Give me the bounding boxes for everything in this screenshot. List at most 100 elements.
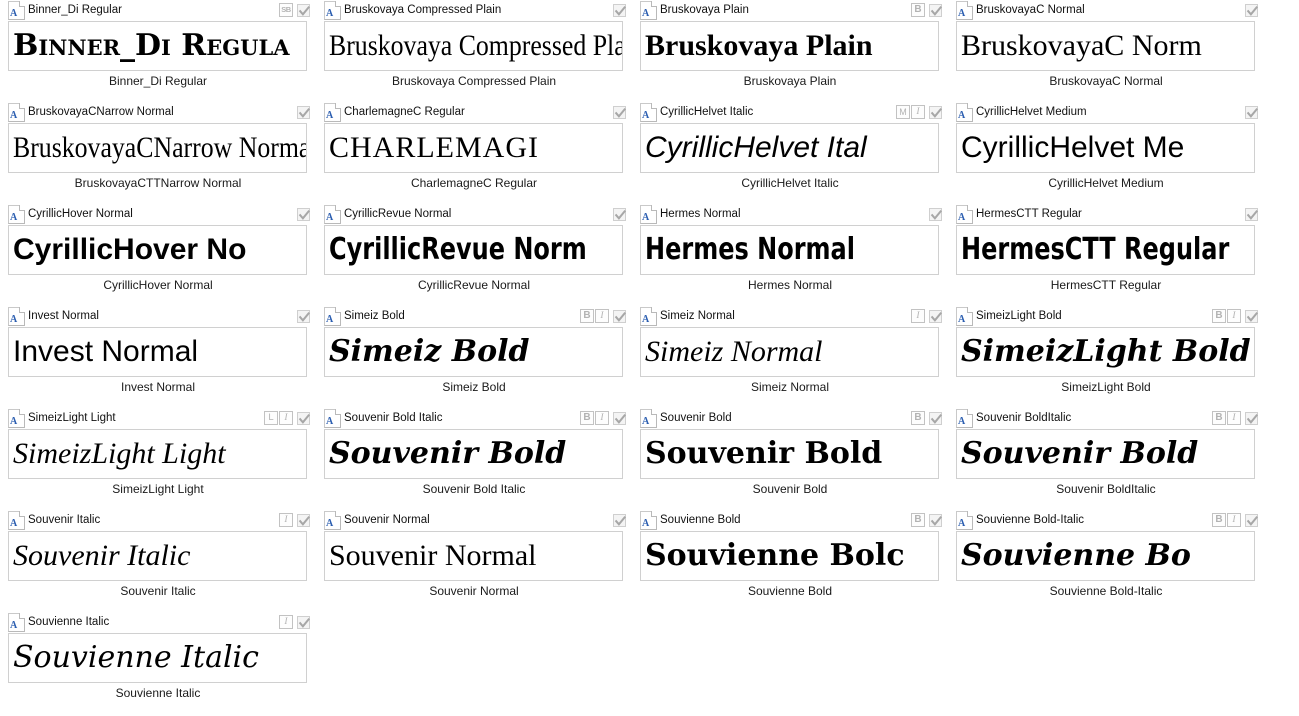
style-badge-i: I: [911, 309, 925, 323]
font-caption-label: Souvienne Bold: [747, 585, 833, 598]
font-cell[interactable]: A Simeiz Bold B I Simeiz Bold Simeiz Bold: [316, 306, 632, 408]
font-enabled-checkbox[interactable]: [929, 513, 943, 527]
font-cell[interactable]: A Souvienne Bold B Souvienne Bolc Souvienne …: [632, 510, 948, 612]
font-name-label: Simeiz Normal: [660, 310, 735, 322]
font-file-icon-letter: A: [958, 7, 966, 19]
font-enabled-checkbox[interactable]: [929, 105, 943, 119]
font-enabled-checkbox[interactable]: [929, 309, 943, 323]
font-enabled-checkbox[interactable]: [929, 3, 943, 17]
font-file-icon: A: [956, 204, 973, 224]
font-enabled-checkbox[interactable]: [297, 3, 311, 17]
font-file-icon: A: [956, 510, 973, 530]
font-name-label: Binner_Di Regular: [28, 4, 122, 16]
font-cell[interactable]: A Hermes Normal Hermes Normal Hermes Normal: [632, 204, 948, 306]
font-enabled-checkbox[interactable]: [1245, 411, 1259, 425]
font-caption-label: Souvienne Italic: [115, 687, 201, 700]
font-enabled-checkbox[interactable]: [1245, 513, 1259, 527]
font-cell[interactable]: A Bruskovaya Compressed Plain Bruskovaya C…: [316, 0, 632, 102]
font-file-icon: A: [956, 306, 973, 326]
font-enabled-checkbox[interactable]: [613, 207, 627, 221]
font-file-icon-letter: A: [326, 211, 334, 223]
font-name-label: CyrillicHover Normal: [28, 208, 133, 220]
font-file-icon: A: [324, 510, 341, 530]
font-enabled-checkbox[interactable]: [297, 513, 311, 527]
font-preview-text: BruskovayaCNarrow Norma: [13, 131, 307, 164]
font-cell[interactable]: A Souvenir Normal Souvenir Normal Souvenir …: [316, 510, 632, 612]
font-cell[interactable]: A BruskovayaC Normal BruskovayaC Norm Brusk…: [948, 0, 1264, 102]
font-name-label: Simeiz Bold: [344, 310, 405, 322]
font-caption-label: Souvenir Bold: [752, 483, 828, 496]
font-cell[interactable]: A SimeizLight Light L I SimeizLight Light Sim…: [0, 408, 316, 510]
font-cell[interactable]: A Invest Normal Invest Normal Invest Normal: [0, 306, 316, 408]
font-enabled-checkbox[interactable]: [613, 105, 627, 119]
style-badge-l: L: [264, 411, 278, 425]
font-cell[interactable]: A Bruskovaya Plain B Bruskovaya Plain Brusko…: [632, 0, 948, 102]
font-preview-text: Souvienne Bolc: [645, 538, 905, 573]
font-file-icon-letter: A: [642, 7, 650, 19]
font-enabled-checkbox[interactable]: [1245, 207, 1259, 221]
font-cell-header: A CyrillicHelvet Medium: [948, 102, 1264, 122]
font-name-label: Souvienne Italic: [28, 616, 110, 628]
font-file-icon: A: [8, 0, 25, 20]
style-badge-i: I: [1227, 309, 1241, 323]
font-cell[interactable]: A Souvienne Bold-Italic B I Souvienne Bo Souv…: [948, 510, 1264, 612]
font-enabled-checkbox[interactable]: [1245, 309, 1259, 323]
font-name-label: Bruskovaya Compressed Plain: [344, 4, 502, 16]
font-file-icon: A: [8, 408, 25, 428]
font-cell[interactable]: A CyrillicRevue Normal CyrillicRevue Norm C…: [316, 204, 632, 306]
font-enabled-checkbox[interactable]: [613, 309, 627, 323]
font-preview-text: CyrillicHelvet Me: [961, 131, 1185, 164]
font-enabled-checkbox[interactable]: [929, 411, 943, 425]
font-cell-header: A Hermes Normal: [632, 204, 948, 224]
font-enabled-checkbox[interactable]: [613, 411, 627, 425]
font-cell-header: A Souvienne Bold B: [632, 510, 948, 530]
font-cell[interactable]: A Souvenir BoldItalic B I Souvenir Bold Souve…: [948, 408, 1264, 510]
font-name-label: CyrillicHelvet Medium: [976, 106, 1087, 118]
font-file-icon: A: [640, 0, 657, 20]
style-badge-b: B: [911, 513, 925, 527]
font-enabled-checkbox[interactable]: [1245, 105, 1259, 119]
font-cell[interactable]: A SimeizLight Bold B I SimeizLight Bold Simei…: [948, 306, 1264, 408]
style-badge-group: SB: [279, 3, 293, 17]
font-cell[interactable]: A Binner_Di Regular SB Binner_Di Regula Binn…: [0, 0, 316, 102]
style-badge-group: BI: [580, 411, 609, 425]
font-enabled-checkbox[interactable]: [297, 615, 311, 629]
style-badge-b: B: [1212, 411, 1226, 425]
font-name-label: BruskovayaC Normal: [976, 4, 1085, 16]
font-cell-header: A Binner_Di Regular SB: [0, 0, 316, 20]
font-cell[interactable]: A CyrillicHelvet Medium CyrillicHelvet Me C…: [948, 102, 1264, 204]
font-enabled-checkbox[interactable]: [297, 207, 311, 221]
font-file-icon-letter: A: [10, 7, 18, 19]
font-enabled-checkbox[interactable]: [929, 207, 943, 221]
style-badge-i: I: [595, 309, 609, 323]
style-badge-i: I: [279, 513, 293, 527]
font-cell[interactable]: A Souvenir Bold Italic B I Souvenir Bold Souv…: [316, 408, 632, 510]
font-enabled-checkbox[interactable]: [613, 3, 627, 17]
font-cell[interactable]: A CyrillicHelvet Italic M I CyrillicHelvet I…: [632, 102, 948, 204]
font-cell[interactable]: A CharlemagneC Regular CHARLEMAGI Charlemag…: [316, 102, 632, 204]
font-cell-header: A SimeizLight Light L I: [0, 408, 316, 428]
font-enabled-checkbox[interactable]: [297, 309, 311, 323]
font-enabled-checkbox[interactable]: [1245, 3, 1259, 17]
font-cell[interactable]: A Souvenir Bold B Souvenir Bold Souvenir Bol…: [632, 408, 948, 510]
font-cell[interactable]: A Simeiz Normal I Simeiz Normal Simeiz Norma…: [632, 306, 948, 408]
font-name-label: Hermes Normal: [660, 208, 741, 220]
font-cell[interactable]: A Souvienne Italic I Souvienne Italic Souvie…: [0, 612, 316, 714]
font-enabled-checkbox[interactable]: [297, 105, 311, 119]
font-cell[interactable]: A CyrillicHover Normal CyrillicHover No Cyr…: [0, 204, 316, 306]
font-file-icon: A: [8, 612, 25, 632]
font-cell-header: A CyrillicHover Normal: [0, 204, 316, 224]
font-preview-text: CyrillicHover No: [13, 233, 247, 266]
font-cell[interactable]: A BruskovayaCNarrow Normal BruskovayaCNarr…: [0, 102, 316, 204]
font-cell[interactable]: A Souvenir Italic I Souvenir Italic Souvenir…: [0, 510, 316, 612]
font-enabled-checkbox[interactable]: [297, 411, 311, 425]
font-name-label: SimeizLight Bold: [976, 310, 1062, 322]
font-preview-text: Hermes Normal: [645, 232, 855, 267]
style-badge-b: B: [911, 411, 925, 425]
font-preview-box: CyrillicHover No: [8, 225, 307, 275]
style-badge-i: I: [279, 411, 293, 425]
font-file-icon: A: [640, 510, 657, 530]
font-cell[interactable]: A HermesCTT Regular HermesCTT Regular Herme…: [948, 204, 1264, 306]
font-name-label: Souvenir Bold: [660, 412, 732, 424]
font-enabled-checkbox[interactable]: [613, 513, 627, 527]
